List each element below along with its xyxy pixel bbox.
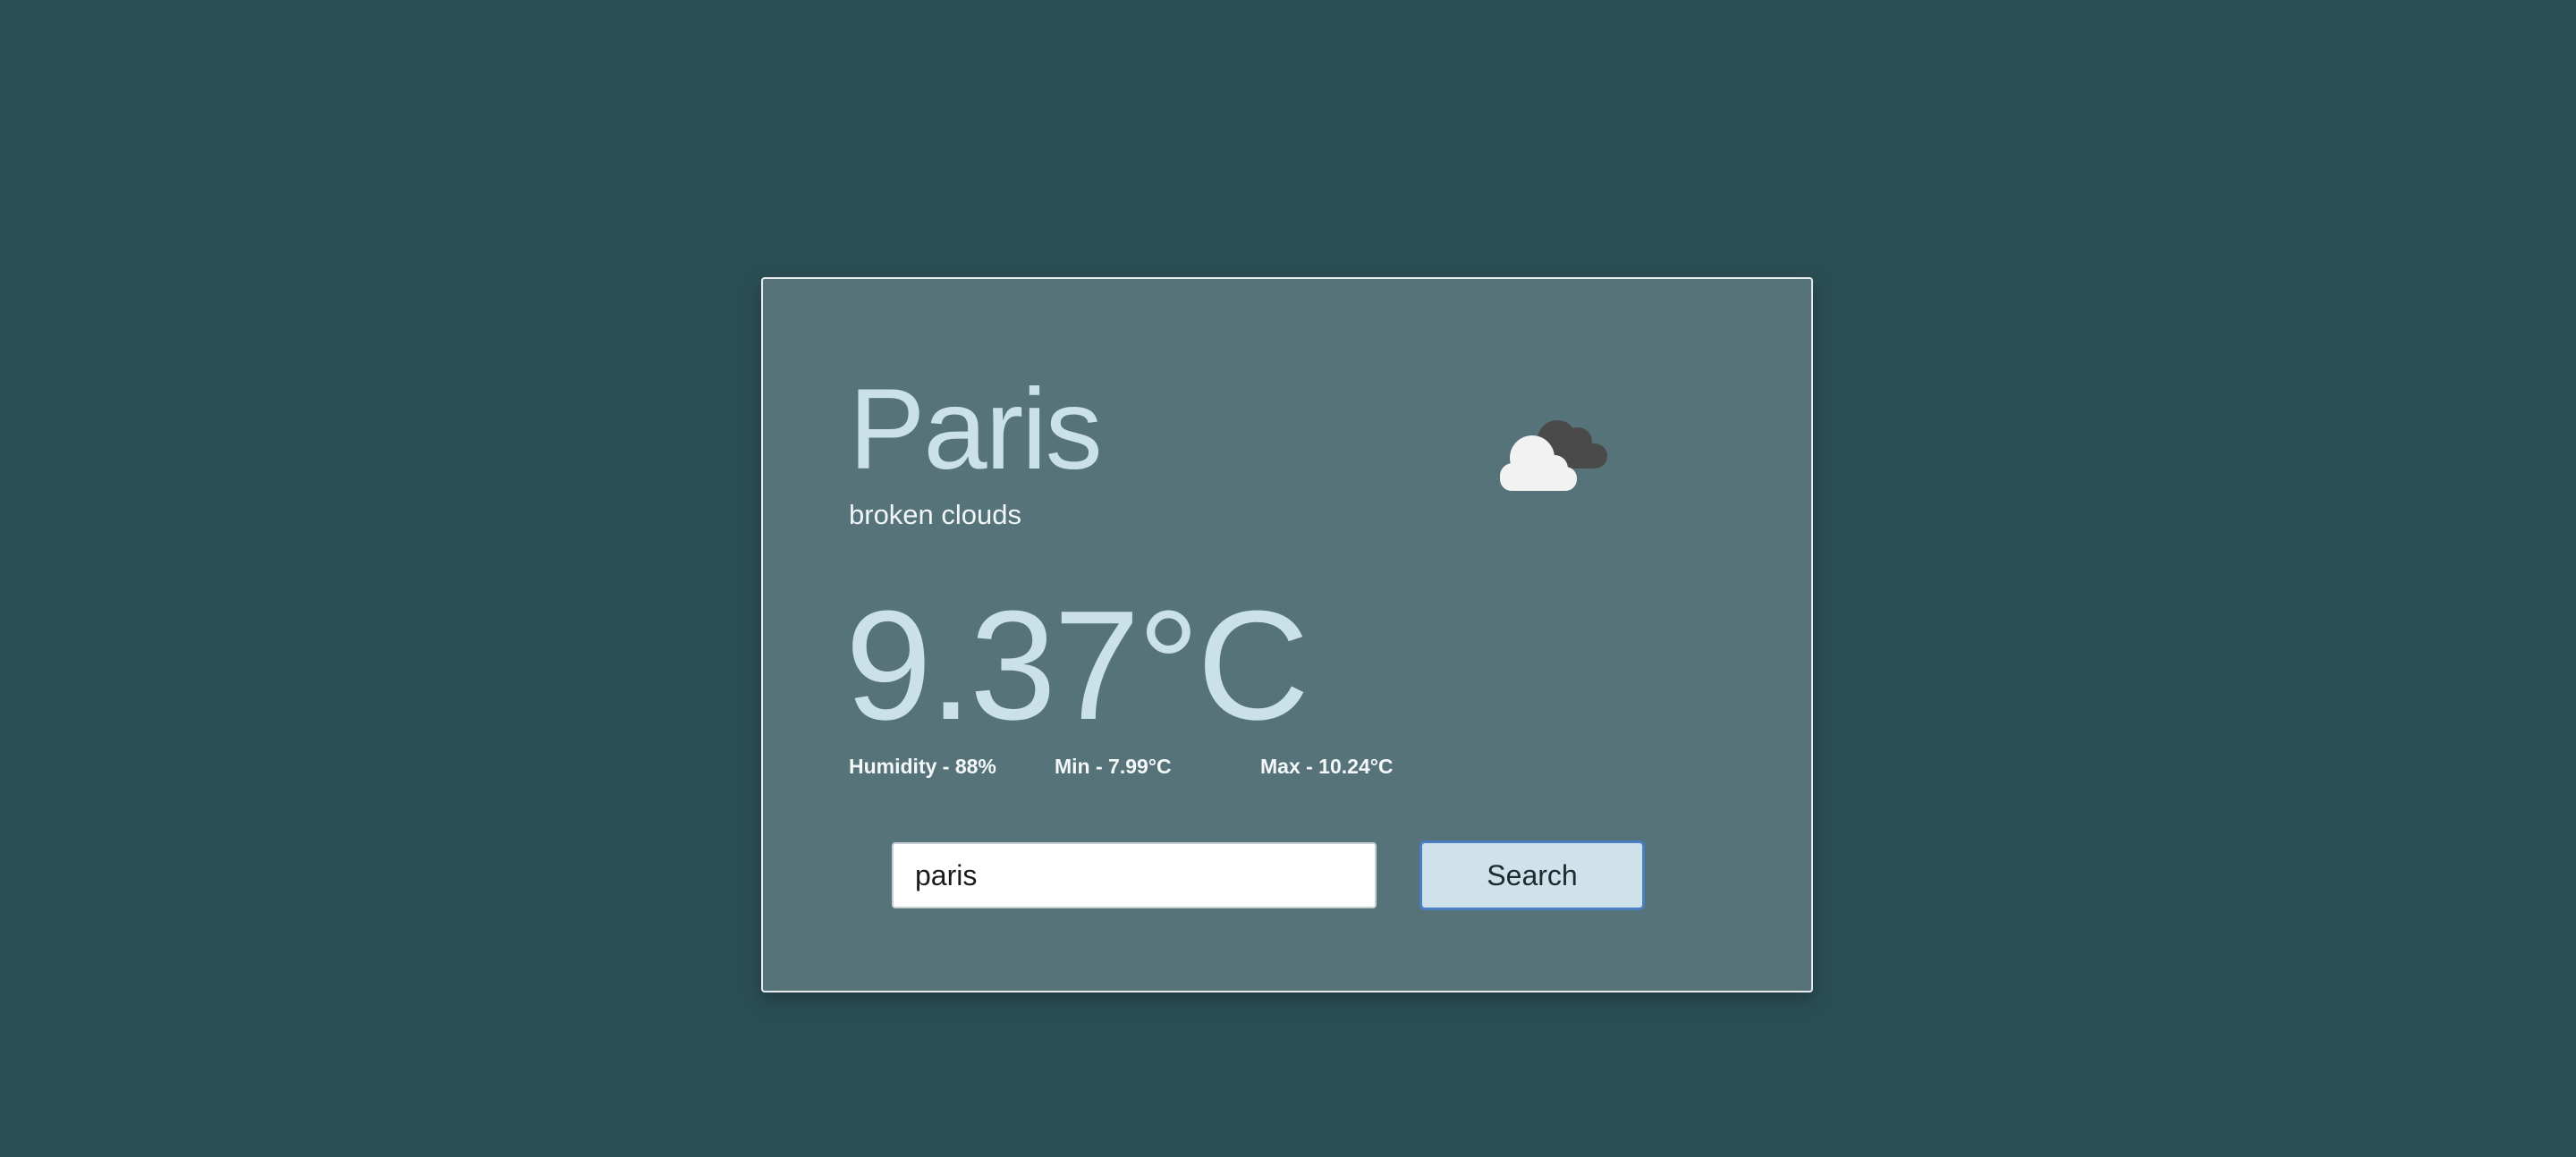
humidity-stat: Humidity - 88%: [849, 755, 996, 778]
search-button[interactable]: Search: [1419, 840, 1645, 910]
min-temp-stat: Min - 7.99°C: [1055, 755, 1172, 778]
temperature: 9.37°C: [845, 578, 1309, 752]
city-name: Paris: [849, 366, 1103, 494]
weather-description: broken clouds: [849, 499, 1022, 530]
city-search-input[interactable]: [892, 842, 1377, 908]
weather-card: Paris broken clouds 9.37°C Humidity - 88…: [761, 277, 1813, 992]
broken-clouds-icon: [1500, 420, 1607, 491]
max-temp-stat: Max - 10.24°C: [1260, 755, 1394, 778]
